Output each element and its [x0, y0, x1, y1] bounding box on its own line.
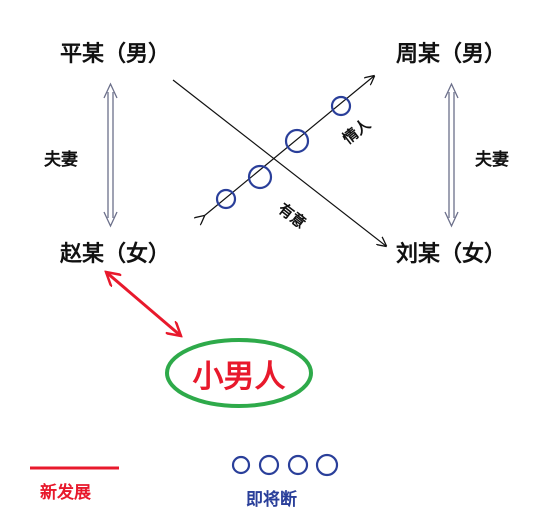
node-zhao-female: 赵某（女）: [60, 241, 171, 267]
new-development-arrow: [106, 272, 181, 336]
legend-new-development-label: 新发展: [40, 483, 91, 503]
break-circle: [215, 188, 237, 210]
spouse-label-right: 夫妻: [475, 150, 509, 170]
break-circle: [284, 128, 310, 154]
spouse-link-left: [103, 82, 118, 228]
break-circle: [287, 454, 309, 476]
legend-about-to-break-label: 即将断: [246, 490, 297, 510]
break-circles-lover: [215, 95, 352, 210]
break-circle: [330, 95, 352, 117]
break-circle: [231, 455, 251, 475]
spouse-link-right: [444, 82, 459, 228]
break-circle: [315, 453, 339, 477]
intention-arrow: [172, 79, 386, 246]
node-zhou-male: 周某（男）: [396, 41, 507, 67]
break-circle: [258, 454, 280, 476]
legend-break-circles: [231, 453, 339, 477]
new-person-label: 小男人: [192, 358, 286, 395]
node-liu-female: 刘某（女）: [396, 241, 507, 267]
node-ping-male: 平某（男）: [60, 41, 171, 67]
spouse-label-left: 夫妻: [44, 150, 78, 170]
